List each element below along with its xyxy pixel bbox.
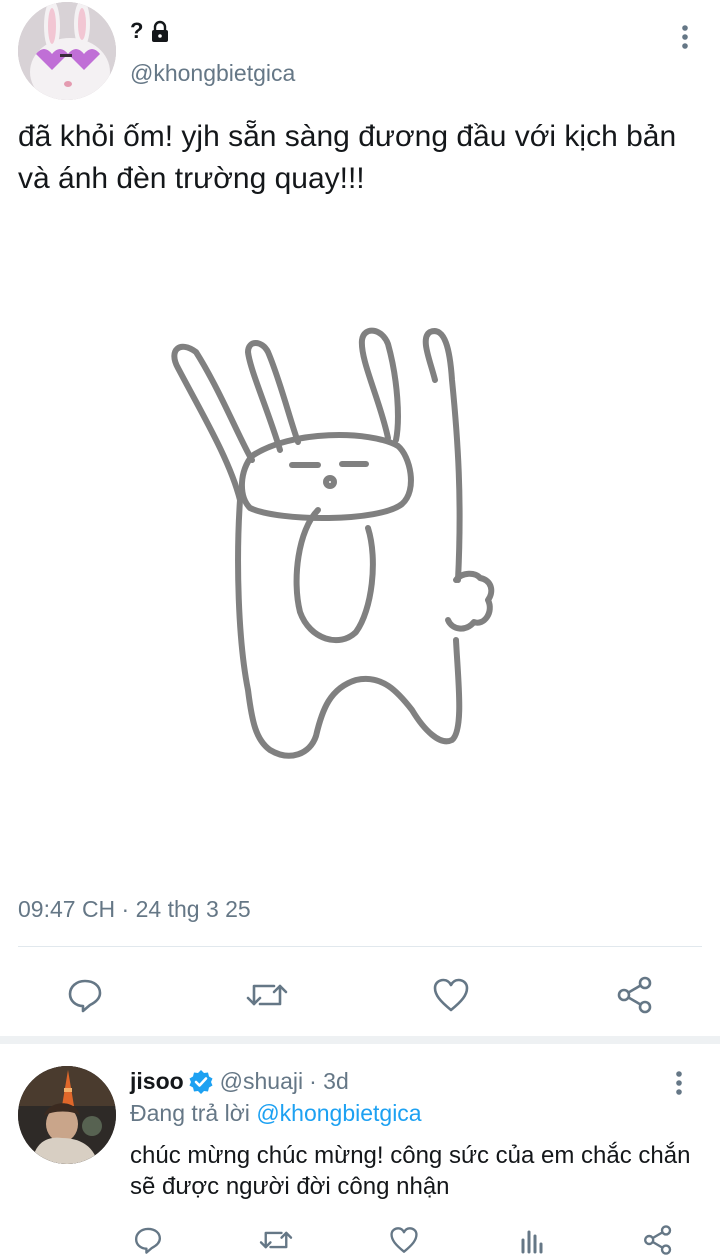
tweet-header: ? @khongbietgica xyxy=(18,2,708,106)
bar-chart-icon[interactable] xyxy=(514,1222,550,1258)
share-icon[interactable] xyxy=(612,972,658,1018)
tweet-action-bar xyxy=(0,960,720,1030)
reply-text: chúc mừng chúc mừng! công sức của em chắ… xyxy=(130,1142,691,1200)
display-name-text: ? xyxy=(130,18,144,43)
tweet-image[interactable] xyxy=(0,260,720,850)
reply-age: · 3d xyxy=(309,1068,349,1094)
tweet-text: đã khỏi ốm! yjh sẵn sàng đương đầu với k… xyxy=(18,120,677,195)
heart-icon[interactable] xyxy=(428,972,474,1018)
retweet-icon[interactable] xyxy=(244,972,290,1018)
tweet-timestamp: 09:47 CH · 24 thg 3 25 xyxy=(18,896,251,922)
reply-action-bar xyxy=(0,1216,720,1259)
reply-header: jisoo @shuaji · 3d xyxy=(130,1068,349,1095)
user-handle[interactable]: @khongbietgica xyxy=(130,60,295,87)
divider xyxy=(18,946,702,947)
comment-icon[interactable] xyxy=(130,1222,166,1258)
mention-link[interactable]: @khongbietgica xyxy=(256,1100,421,1126)
verified-badge-icon xyxy=(188,1069,214,1095)
replying-to: Đang trả lời @khongbietgica xyxy=(130,1100,422,1127)
heart-icon[interactable] xyxy=(386,1222,422,1258)
display-name[interactable]: ? xyxy=(130,18,171,44)
avatar[interactable] xyxy=(18,1066,116,1164)
retweet-icon[interactable] xyxy=(258,1222,294,1258)
reply-item[interactable]: jisoo @shuaji · 3d Đang trả lời @khongbi… xyxy=(0,1044,720,1259)
reply-display-name[interactable]: jisoo xyxy=(130,1068,184,1095)
lock-icon xyxy=(149,20,171,42)
share-icon[interactable] xyxy=(640,1222,676,1258)
more-vertical-icon[interactable] xyxy=(664,1068,694,1098)
avatar[interactable] xyxy=(18,2,116,100)
replying-prefix: Đang trả lời xyxy=(130,1100,250,1126)
section-divider xyxy=(0,1036,720,1044)
reply-handle[interactable]: @shuaji xyxy=(220,1068,303,1095)
more-vertical-icon[interactable] xyxy=(670,22,700,52)
comment-icon[interactable] xyxy=(62,972,108,1018)
